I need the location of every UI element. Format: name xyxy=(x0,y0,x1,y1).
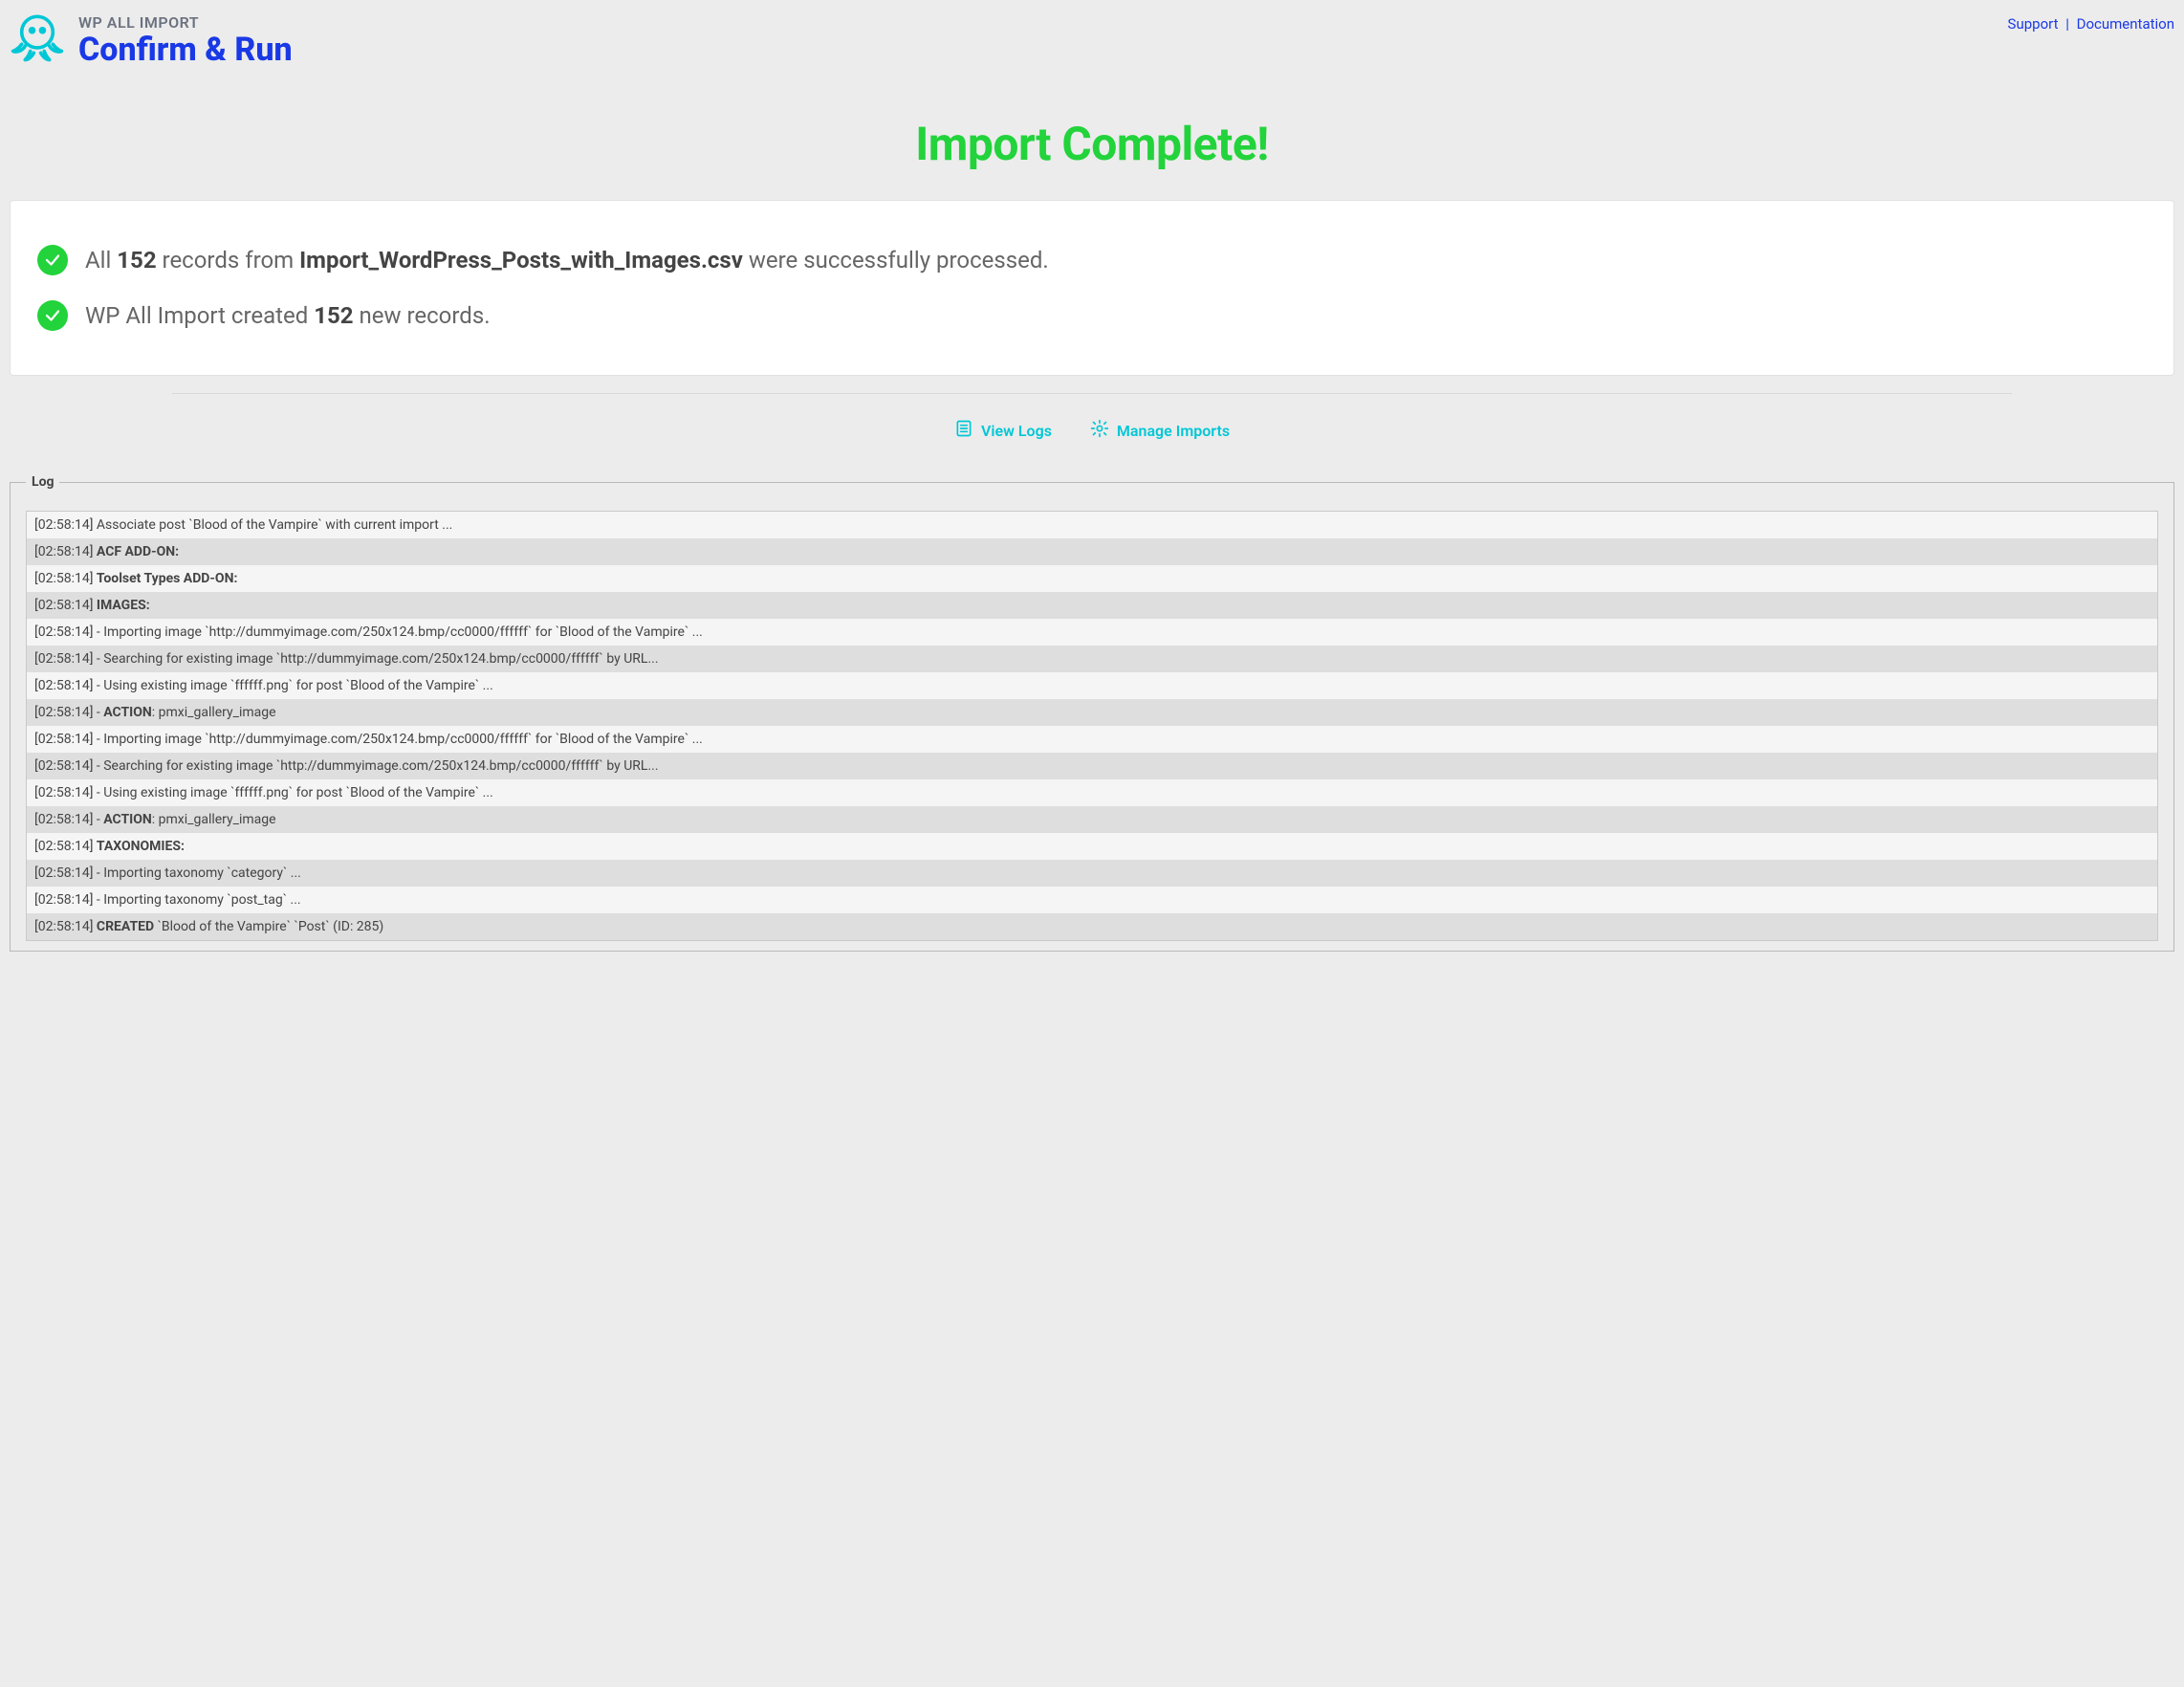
log-row: [02:58:14] ACF ADD-ON: xyxy=(27,538,2157,565)
log-row: [02:58:14] - Searching for existing imag… xyxy=(27,753,2157,779)
manage-imports-link[interactable]: Manage Imports xyxy=(1090,419,1230,442)
check-icon xyxy=(37,245,68,275)
check-icon xyxy=(37,300,68,331)
log-row: [02:58:14] - Searching for existing imag… xyxy=(27,646,2157,672)
documentation-link[interactable]: Documentation xyxy=(2077,15,2174,33)
app-eyebrow: WP ALL IMPORT xyxy=(78,13,293,32)
hero: Import Complete! xyxy=(10,117,2174,171)
octopus-logo-icon xyxy=(10,10,65,69)
page-title: Confirm & Run xyxy=(78,33,293,66)
import-complete-heading: Import Complete! xyxy=(10,117,2174,171)
list-icon xyxy=(954,419,973,442)
log-row: [02:58:14] - Importing taxonomy `post_ta… xyxy=(27,887,2157,913)
summary-line-1: All 152 records from Import_WordPress_Po… xyxy=(37,245,2147,275)
summary-line-2: WP All Import created 152 new records. xyxy=(37,300,2147,331)
log-row: [02:58:14] Toolset Types ADD-ON: xyxy=(27,565,2157,592)
divider xyxy=(172,393,2012,394)
brand: WP ALL IMPORT Confirm & Run xyxy=(10,10,293,69)
log-row: [02:58:14] - Importing image `http://dum… xyxy=(27,726,2157,753)
header: WP ALL IMPORT Confirm & Run Support | Do… xyxy=(10,10,2174,69)
summary-text-1: All 152 records from Import_WordPress_Po… xyxy=(85,247,1049,274)
log-row: [02:58:14] - Importing taxonomy `categor… xyxy=(27,860,2157,887)
summary-card: All 152 records from Import_WordPress_Po… xyxy=(10,200,2174,376)
log-row: [02:58:14] Associate post `Blood of the … xyxy=(27,512,2157,538)
view-logs-link[interactable]: View Logs xyxy=(954,419,1052,442)
log-panel: Log [02:58:14] Associate post `Blood of … xyxy=(10,474,2174,952)
log-row: [02:58:14] TAXONOMIES: xyxy=(27,833,2157,860)
summary-text-2: WP All Import created 152 new records. xyxy=(85,302,491,329)
import-file-name: Import_WordPress_Posts_with_Images.csv xyxy=(299,247,743,274)
log-row: [02:58:14] IMAGES: xyxy=(27,592,2157,619)
log-table[interactable]: [02:58:14] Associate post `Blood of the … xyxy=(26,511,2158,941)
record-count: 152 xyxy=(117,247,156,274)
log-row: [02:58:14] CREATED `Blood of the Vampire… xyxy=(27,913,2157,940)
gear-icon xyxy=(1090,419,1109,442)
log-row: [02:58:14] - ACTION: pmxi_gallery_image xyxy=(27,806,2157,833)
log-row: [02:58:14] - ACTION: pmxi_gallery_image xyxy=(27,699,2157,726)
created-count: 152 xyxy=(314,302,353,329)
log-row: [02:58:14] - Importing image `http://dum… xyxy=(27,619,2157,646)
top-links: Support | Documentation xyxy=(2008,10,2174,33)
link-separator: | xyxy=(2065,15,2069,33)
actions-area: View Logs Manage Imports xyxy=(10,393,2174,442)
log-legend: Log xyxy=(26,474,59,490)
log-row: [02:58:14] - Using existing image `fffff… xyxy=(27,779,2157,806)
support-link[interactable]: Support xyxy=(2008,15,2059,33)
log-row: [02:58:14] - Using existing image `fffff… xyxy=(27,672,2157,699)
